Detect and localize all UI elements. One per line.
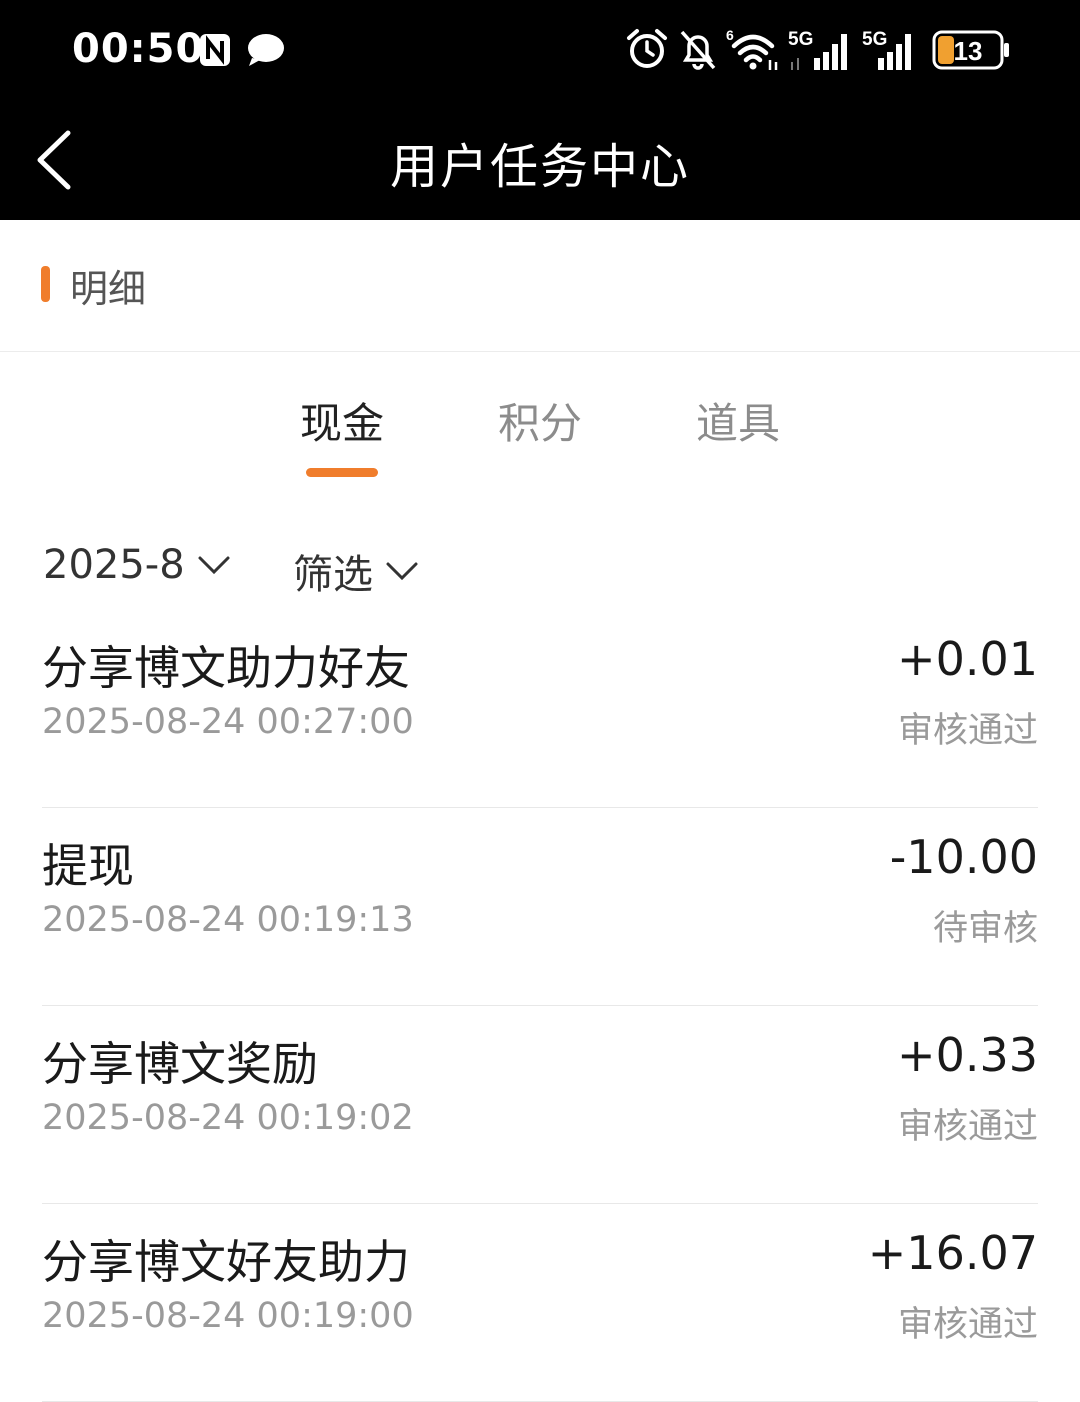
record-amount: +16.07: [867, 1226, 1038, 1280]
month-value: 2025-8: [43, 542, 185, 588]
svg-text:5G: 5G: [862, 29, 887, 50]
svg-text:6: 6: [726, 27, 734, 43]
record-amount: +0.01: [897, 632, 1038, 686]
record-time: 2025-08-24 00:27:00: [42, 702, 414, 742]
battery-icon: 13: [932, 30, 1009, 70]
signal-icon: 5G: [862, 29, 911, 70]
record-time: 2025-08-24 00:19:02: [42, 1098, 414, 1138]
chevron-down-icon: [386, 562, 418, 581]
svg-text:5G: 5G: [788, 29, 813, 50]
record-title: 分享博文好友助力: [42, 1235, 410, 1289]
record-status: 审核通过: [897, 711, 1038, 751]
record-amount: -10.00: [889, 830, 1038, 884]
tab-points[interactable]: 积分: [460, 390, 620, 451]
record-amount: +0.33: [897, 1028, 1038, 1082]
active-tab-indicator: [306, 468, 378, 477]
filter-row: 2025-8 筛选: [0, 530, 1080, 610]
month-selector[interactable]: 2025-8: [43, 542, 231, 588]
filter-label: 筛选: [293, 552, 373, 598]
section-header: 明细: [0, 220, 1080, 352]
mute-bell-icon: [680, 30, 716, 70]
list-item[interactable]: 分享博文奖励 2025-08-24 00:19:02 +0.33 审核通过: [42, 1006, 1038, 1204]
record-title: 分享博文助力好友: [42, 641, 410, 695]
record-list: 分享博文助力好友 2025-08-24 00:27:00 +0.01 审核通过 …: [42, 610, 1038, 1402]
status-time: 00:50: [72, 26, 205, 72]
tab-cash[interactable]: 现金: [262, 390, 422, 451]
filter-selector[interactable]: 筛选: [293, 542, 419, 600]
section-title: 明细: [70, 267, 147, 311]
record-title: 提现: [42, 839, 134, 893]
page-title: 用户任务中心: [389, 139, 690, 195]
list-item[interactable]: 分享博文好友助力 2025-08-24 00:19:00 +16.07 审核通过: [42, 1204, 1038, 1402]
message-icon: [248, 34, 284, 66]
list-item[interactable]: 分享博文助力好友 2025-08-24 00:27:00 +0.01 审核通过: [42, 610, 1038, 808]
record-time: 2025-08-24 00:19:00: [42, 1296, 414, 1336]
record-status: 审核通过: [897, 1107, 1038, 1147]
signal-icon: 5G: [788, 29, 847, 70]
tab-bar: 现金 积分 道具: [0, 352, 1080, 482]
alarm-icon: [627, 29, 667, 68]
chevron-down-icon: [198, 556, 230, 575]
record-status: 待审核: [932, 909, 1038, 949]
record-status: 审核通过: [897, 1305, 1038, 1345]
svg-text:13: 13: [954, 36, 983, 66]
list-item[interactable]: 提现 2025-08-24 00:19:13 -10.00 待审核: [42, 808, 1038, 1006]
section-accent-bar: [41, 266, 50, 302]
navigation-bar: 用户任务中心: [0, 105, 1080, 220]
record-time: 2025-08-24 00:19:13: [42, 900, 414, 940]
nfc-icon: [200, 34, 230, 66]
tab-items[interactable]: 道具: [658, 390, 818, 451]
status-bar: 00:50 6 5G 5G 13: [0, 0, 1080, 105]
wifi-icon: 6: [726, 27, 778, 70]
record-title: 分享博文奖励: [42, 1037, 318, 1091]
